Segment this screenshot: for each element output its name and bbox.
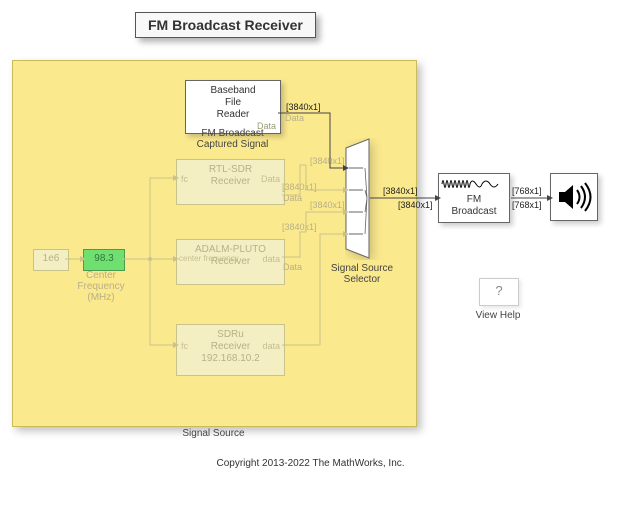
signal-source-area-label: Signal Source xyxy=(12,428,415,439)
speaker-icon xyxy=(555,180,593,214)
baseband-caption: FM Broadcast Captured Signal xyxy=(185,128,280,150)
fm-waveform-icon xyxy=(439,174,509,194)
view-help-button[interactable]: ? xyxy=(479,278,519,306)
sdru-out-port: data xyxy=(262,341,280,352)
baseband-line2: File xyxy=(188,97,278,109)
copyright-text: Copyright 2013-2022 The MathWorks, Inc. xyxy=(0,458,621,469)
pluto-in-port: center frequency xyxy=(179,254,239,264)
signal-source-selector-block[interactable] xyxy=(345,138,385,260)
pluto-out-port: data xyxy=(262,254,280,265)
port-pluto-data: Data xyxy=(283,262,302,272)
dim-mux-out-top: [3840x1] xyxy=(383,186,418,196)
dim-fm-out-top: [768x1] xyxy=(512,186,542,196)
selector-label: Signal Source Selector xyxy=(327,263,397,285)
constant-1e6-block[interactable]: 1e6 xyxy=(33,249,69,271)
baseband-line1: Baseband xyxy=(188,85,278,97)
fm-broadcast-block[interactable]: FM Broadcast xyxy=(438,173,510,223)
sdru-in-port: fc xyxy=(181,341,188,352)
dim-fm-out-bot: [768x1] xyxy=(512,200,542,210)
center-frequency-label: Center Frequency (MHz) xyxy=(66,270,136,303)
dim-pluto-top: [3840x1] xyxy=(310,200,345,210)
dim-pluto-bot: [3840x1] xyxy=(282,222,317,232)
center-frequency-block[interactable]: 98.3 xyxy=(83,249,125,271)
audio-sink-block[interactable] xyxy=(550,173,598,221)
adalm-pluto-block[interactable]: ADALM-PLUTO Receiver center frequency da… xyxy=(176,239,285,285)
model-title: FM Broadcast Receiver xyxy=(135,12,316,38)
simulink-canvas: FM Broadcast Receiver Baseband File Read… xyxy=(0,0,621,510)
view-help-label: View Help xyxy=(465,310,531,321)
baseband-file-reader-block[interactable]: Baseband File Reader Data xyxy=(185,80,281,134)
sdru-block[interactable]: SDRu Receiver 192.168.10.2 fc data xyxy=(176,324,285,376)
port-rtl-data: Data xyxy=(283,193,302,203)
model-title-text: FM Broadcast Receiver xyxy=(148,17,303,33)
rtl-sdr-block[interactable]: RTL-SDR Receiver fc Data xyxy=(176,159,285,205)
baseband-line3: Reader xyxy=(188,109,278,121)
port-baseband-data: Data xyxy=(285,113,304,123)
rtl-sdr-out-port: Data xyxy=(261,174,280,185)
dim-rtl-top: [3840x1] xyxy=(310,156,345,166)
dim-rtl-bot: [3840x1] xyxy=(282,182,317,192)
rtl-sdr-in-port: fc xyxy=(181,174,188,185)
dim-baseband: [3840x1] xyxy=(286,102,321,112)
dim-mux-out-bot: [3840x1] xyxy=(398,200,433,210)
